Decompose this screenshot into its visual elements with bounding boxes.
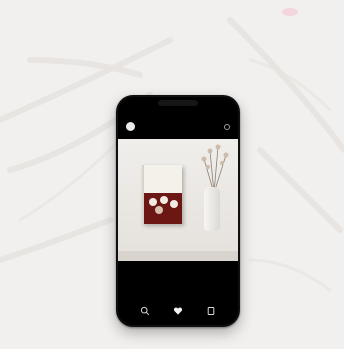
bookmark-icon[interactable] <box>206 306 216 316</box>
phone-screen <box>118 97 238 325</box>
avatar[interactable] <box>126 122 135 131</box>
vase <box>204 187 220 231</box>
flower-icon <box>155 206 163 214</box>
pink-blossom-icon <box>282 8 298 16</box>
bottom-nav <box>118 303 238 319</box>
flower-icon <box>149 198 157 206</box>
smartphone <box>116 95 240 327</box>
photo-shelf <box>118 251 238 261</box>
phone-notch <box>158 100 198 106</box>
book-cover-art <box>144 193 182 224</box>
post-image[interactable] <box>118 139 238 261</box>
heart-icon[interactable] <box>173 306 183 316</box>
flower-icon <box>170 200 178 208</box>
search-icon[interactable] <box>140 306 150 316</box>
product-mockup-scene <box>0 0 344 349</box>
book-cover <box>142 165 182 224</box>
dried-flower-stems-icon <box>201 144 229 193</box>
flower-icon <box>160 196 168 204</box>
post-header <box>118 121 238 135</box>
status-bar <box>118 97 238 115</box>
more-options-icon[interactable] <box>224 124 230 130</box>
